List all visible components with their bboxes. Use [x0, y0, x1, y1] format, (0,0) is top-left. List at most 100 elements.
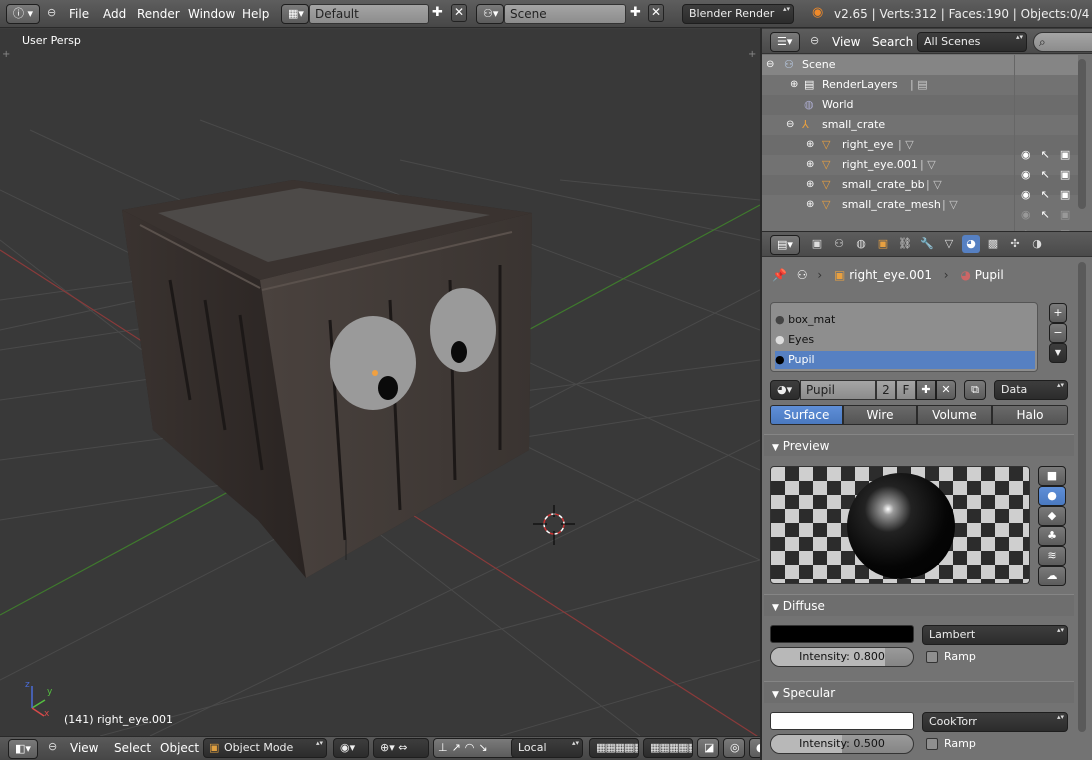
diffuse-color-swatch[interactable] — [770, 625, 914, 643]
node-toggle-icon[interactable]: ⧉ — [964, 380, 986, 400]
collapse-icon[interactable]: ⊖ — [766, 55, 774, 75]
remove-slot-button[interactable]: − — [1049, 323, 1067, 343]
render-only-icon[interactable]: ◎ — [723, 738, 745, 758]
viewport-shading-dropdown[interactable]: ◉▾ — [333, 738, 369, 758]
diffuse-intensity-slider[interactable]: Intensity: 0.800 — [770, 647, 914, 667]
unlink-material-button[interactable]: ✕ — [936, 380, 956, 400]
screen-layout-icon[interactable]: ▦▾ — [281, 4, 309, 24]
3d-viewport[interactable]: User Persp + + z y x (141) right_eye.001 — [0, 29, 760, 736]
pin-icon[interactable]: 📌 — [772, 268, 787, 282]
menu-file[interactable]: File — [69, 7, 89, 21]
material-link-dropdown[interactable]: Data — [994, 380, 1068, 400]
material-slot-list[interactable]: ● box_mat ● Eyes ● Pupil — [770, 302, 1038, 372]
menu-search[interactable]: Search — [872, 35, 913, 49]
preview-sky-icon[interactable]: ☁ — [1038, 566, 1066, 586]
outliner-search-input[interactable]: ⌕ — [1033, 32, 1092, 52]
collapse-menu-icon[interactable]: ⊖ — [47, 6, 56, 19]
tab-wire[interactable]: Wire — [843, 405, 917, 425]
display-mode-dropdown[interactable]: All Scenes — [917, 32, 1027, 52]
menu-select[interactable]: Select — [114, 741, 151, 755]
physics-tab-icon[interactable]: ◑ — [1028, 235, 1046, 253]
visibility-toggles[interactable]: ◉↖▣◉↖▣◉↖▣◉↖▣◉↖▣ — [1015, 145, 1079, 245]
expand-icon[interactable]: ⊕ — [790, 75, 798, 95]
preview-monkey-icon[interactable]: ♣ — [1038, 526, 1066, 546]
preview-cube-icon[interactable]: ◆ — [1038, 506, 1066, 526]
expand-icon[interactable]: ⊕ — [806, 175, 814, 195]
layers-grid-b[interactable]: ▦▦▦▦▦ — [643, 738, 693, 758]
menu-object[interactable]: Object — [160, 741, 199, 755]
tab-halo[interactable]: Halo — [992, 405, 1068, 425]
specular-ramp-checkbox[interactable] — [926, 738, 938, 750]
diffuse-shader-dropdown[interactable]: Lambert — [922, 625, 1068, 645]
lock-layers-icon[interactable]: ◪ — [697, 738, 719, 758]
material-tab-icon[interactable]: ◕ — [962, 235, 980, 253]
transform-orientation-dropdown[interactable]: Local — [511, 738, 583, 758]
constraints-tab-icon[interactable]: ⛓ — [896, 235, 914, 253]
specular-color-swatch[interactable] — [770, 712, 914, 730]
data-tab-icon[interactable]: ▽ — [940, 235, 958, 253]
layers-grid-a[interactable]: ▦▦▦▦▦ — [589, 738, 639, 758]
editor-divider[interactable] — [762, 231, 1092, 232]
collapse-menu-icon[interactable]: ⊖ — [810, 34, 819, 47]
modifiers-tab-icon[interactable]: 🔧 — [918, 235, 936, 253]
pivot-point-dropdown[interactable]: ⊕▾ ⇔ — [373, 738, 429, 758]
screen-layout-field[interactable]: Default — [309, 4, 429, 24]
slot-specials-menu[interactable]: ▼ — [1049, 343, 1067, 363]
menu-view[interactable]: View — [832, 35, 860, 49]
material-slot-box-mat[interactable]: ● box_mat — [775, 311, 1035, 329]
region-plus-icon[interactable]: + — [2, 49, 10, 60]
properties-scrollbar[interactable] — [1078, 262, 1086, 732]
editor-type-button[interactable]: ▤▾ — [770, 235, 800, 255]
material-slot-eyes[interactable]: ● Eyes — [775, 331, 1035, 349]
diffuse-ramp-checkbox[interactable] — [926, 651, 938, 663]
editor-type-button[interactable]: ☰▾ — [770, 32, 800, 52]
editor-type-button[interactable]: ◧▾ — [8, 739, 38, 759]
render-tab-icon[interactable]: ▣ — [808, 235, 826, 253]
expand-icon[interactable]: ⊕ — [806, 135, 814, 155]
info-editor-type-button[interactable]: ⓘ ▾ — [6, 4, 40, 24]
object-tab-icon[interactable]: ▣ — [874, 235, 892, 253]
menu-render[interactable]: Render — [137, 7, 180, 21]
menu-view[interactable]: View — [70, 741, 98, 755]
new-material-button[interactable]: ✚ — [916, 380, 936, 400]
manipulator-buttons[interactable]: ⊥↗◠↘ — [433, 738, 517, 758]
add-slot-button[interactable]: + — [1049, 303, 1067, 323]
editor-divider[interactable] — [760, 28, 762, 760]
expand-icon[interactable]: ⊕ — [806, 195, 814, 215]
region-plus-icon[interactable]: + — [748, 49, 756, 60]
browse-material-button[interactable]: ◕▾ — [770, 380, 800, 400]
render-engine-dropdown[interactable]: Blender Render — [682, 4, 794, 24]
add-screen-icon[interactable]: ✚ — [432, 5, 443, 20]
preview-panel-header[interactable]: ▼ Preview — [764, 434, 1074, 456]
collapse-icon[interactable]: ⊖ — [786, 115, 794, 135]
specular-panel-header[interactable]: ▼ Specular — [764, 681, 1074, 703]
tab-volume[interactable]: Volume — [917, 405, 992, 425]
expand-icon[interactable]: ⊕ — [806, 155, 814, 175]
tab-surface[interactable]: Surface — [770, 405, 843, 425]
world-tab-icon[interactable]: ◍ — [852, 235, 870, 253]
preview-flat-icon[interactable]: ■ — [1038, 466, 1066, 486]
preview-sphere-icon[interactable]: ● — [1038, 486, 1066, 506]
specular-intensity-slider[interactable]: Intensity: 0.500 — [770, 734, 914, 754]
texture-tab-icon[interactable]: ▩ — [984, 235, 1002, 253]
specular-shader-dropdown[interactable]: CookTorr — [922, 712, 1068, 732]
material-slot-pupil[interactable]: ● Pupil — [775, 351, 1035, 369]
3d-cursor[interactable] — [533, 505, 575, 545]
material-name-field[interactable]: Pupil — [800, 380, 876, 400]
fake-user-button[interactable]: F — [896, 380, 916, 400]
scene-field[interactable]: Scene — [504, 4, 626, 24]
outliner-scrollbar[interactable] — [1078, 59, 1086, 209]
delete-scene-icon[interactable]: ✕ — [648, 4, 664, 22]
interaction-mode-dropdown[interactable]: ▣ Object Mode — [203, 738, 327, 758]
scene-icon[interactable]: ⚇▾ — [476, 4, 504, 24]
menu-help[interactable]: Help — [242, 7, 269, 21]
scene-tab-icon[interactable]: ⚇ — [830, 235, 848, 253]
particles-tab-icon[interactable]: ✣ — [1006, 235, 1024, 253]
add-scene-icon[interactable]: ✚ — [630, 5, 641, 20]
delete-screen-icon[interactable]: ✕ — [451, 4, 467, 22]
preview-hair-icon[interactable]: ≋ — [1038, 546, 1066, 566]
collapse-menu-icon[interactable]: ⊖ — [48, 740, 57, 753]
material-users-count[interactable]: 2 — [876, 380, 896, 400]
diffuse-panel-header[interactable]: ▼ Diffuse — [764, 594, 1074, 616]
menu-add[interactable]: Add — [103, 7, 126, 21]
